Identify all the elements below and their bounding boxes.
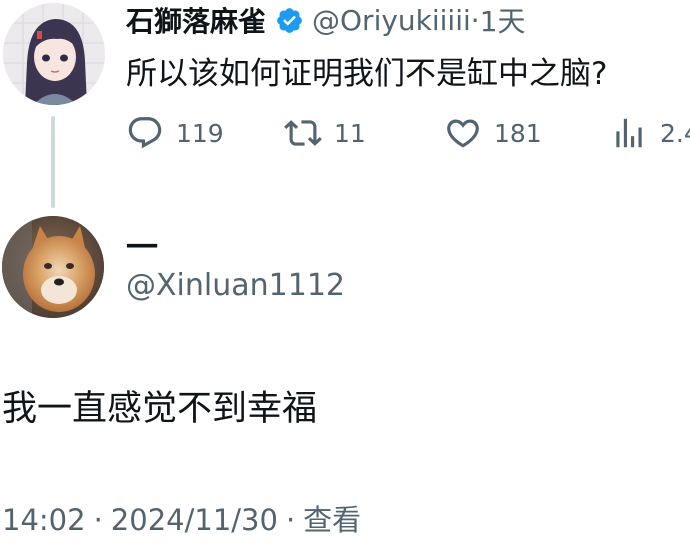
like-button[interactable]: 181	[444, 108, 542, 158]
tweet-meta-line: 14:02 · 2024/11/30 · 查看	[2, 497, 361, 539]
parent-timestamp[interactable]: 1天	[480, 0, 526, 40]
retweet-count: 11	[334, 118, 366, 148]
thread-connector-line	[51, 116, 55, 208]
parent-tweet-actions: 119 11 181 2.4	[126, 108, 690, 158]
parent-tweet-text: 所以该如何证明我们不是缸中之脑?	[126, 56, 608, 92]
views-button[interactable]: 2.4	[610, 108, 690, 158]
views-count: 2.4	[660, 118, 690, 148]
header-separator: ·	[470, 3, 480, 37]
like-icon	[447, 119, 479, 148]
like-count: 181	[494, 118, 542, 148]
tweet-time[interactable]: 14:02	[2, 503, 86, 537]
retweet-icon	[284, 120, 322, 146]
reply-button[interactable]: 119	[126, 108, 224, 158]
avatar-main-author[interactable]	[2, 216, 104, 318]
meta-separator: ·	[93, 503, 103, 537]
anime-avatar-image	[3, 3, 105, 105]
retweet-button[interactable]: 11	[284, 108, 366, 158]
main-tweet-text: 我一直感觉不到幸福	[2, 389, 318, 429]
dog-avatar-image	[2, 216, 104, 318]
reply-icon	[128, 117, 162, 149]
parent-tweet-header: 石獅落麻雀 @Oriyukiiiii · 1天	[126, 0, 526, 40]
main-display-name[interactable]: 一	[126, 222, 158, 268]
main-handle[interactable]: @Xinluan1112	[126, 268, 345, 303]
views-link[interactable]: 查看	[303, 503, 361, 537]
parent-handle[interactable]: @Oriyukiiiii	[312, 4, 471, 37]
meta-separator: ·	[285, 503, 296, 537]
views-icon	[616, 118, 642, 148]
avatar-parent-author[interactable]	[3, 3, 105, 105]
reply-count: 119	[176, 118, 224, 148]
tweet-date[interactable]: 2024/11/30	[111, 503, 278, 537]
parent-display-name[interactable]: 石獅落麻雀	[126, 0, 266, 40]
verified-badge-icon	[275, 6, 304, 35]
